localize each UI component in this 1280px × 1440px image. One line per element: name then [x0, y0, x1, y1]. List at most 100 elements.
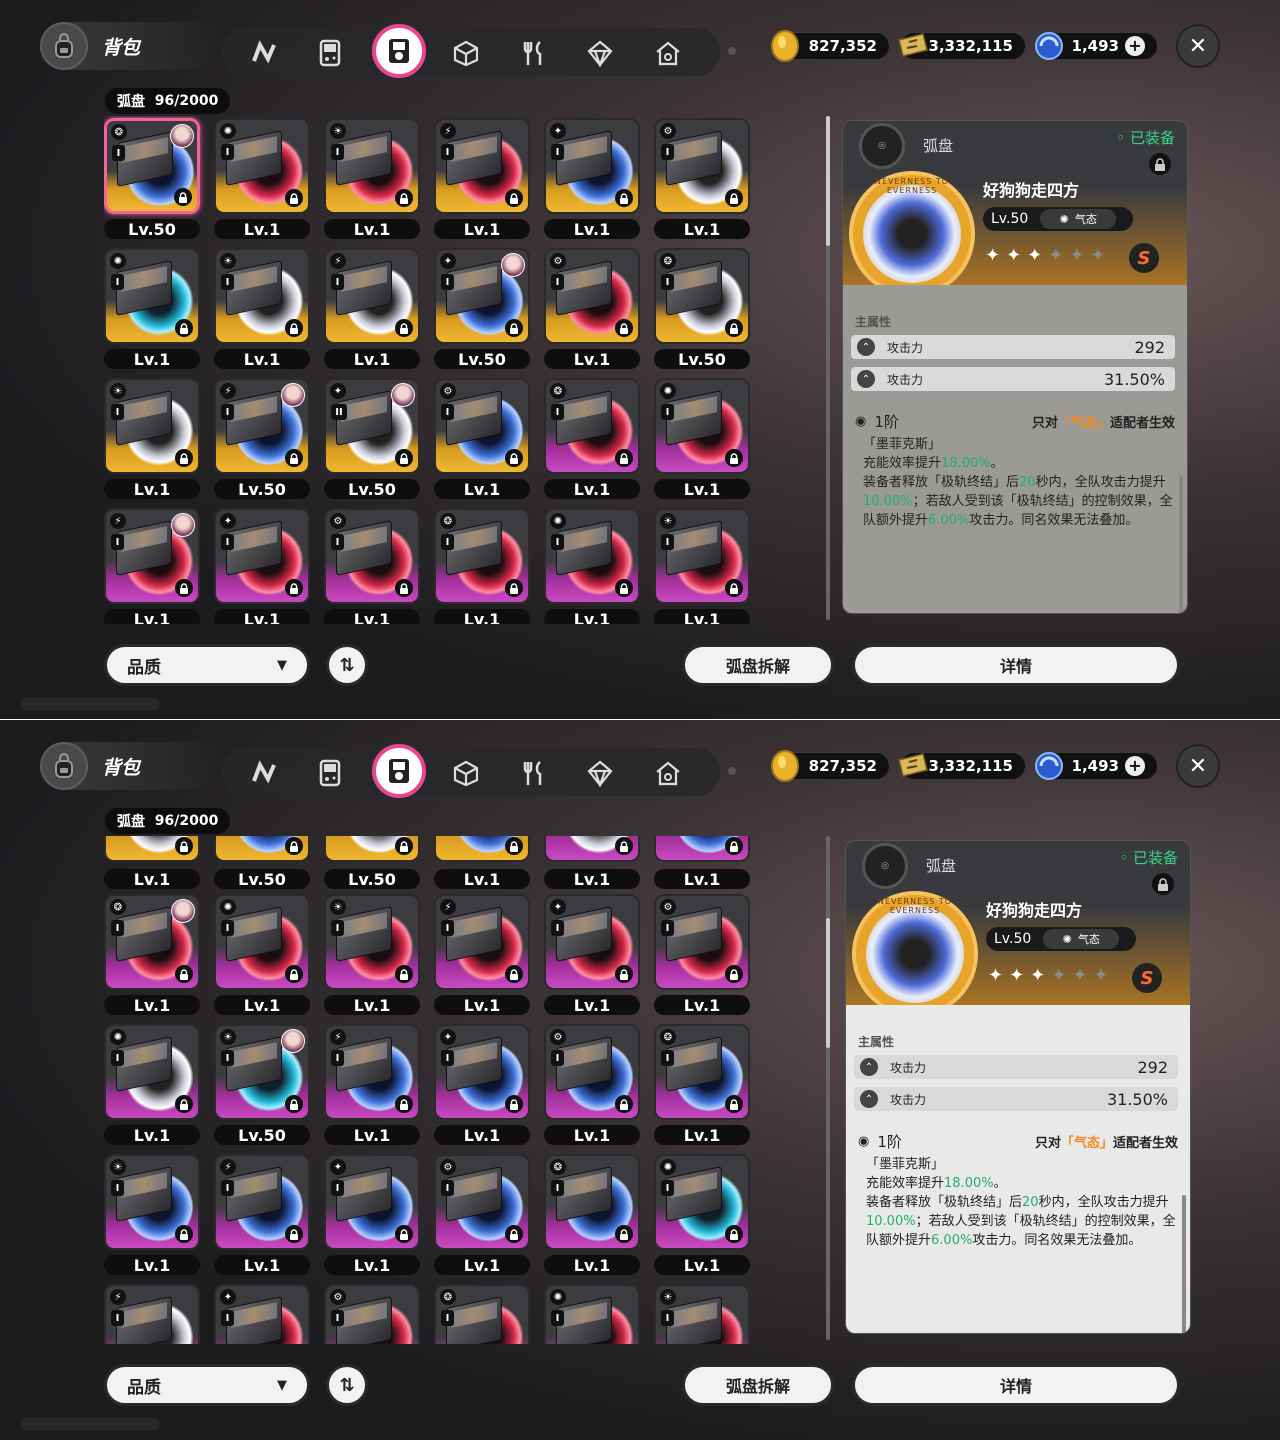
- lock-icon[interactable]: [175, 579, 193, 597]
- lock-icon[interactable]: [395, 837, 413, 855]
- lock-icon[interactable]: [725, 189, 743, 207]
- close-button[interactable]: ✕: [1176, 744, 1220, 788]
- lock-icon[interactable]: [395, 965, 413, 983]
- lock-icon[interactable]: [615, 189, 633, 207]
- dismantle-button[interactable]: 弧盘拆解: [682, 644, 834, 686]
- lock-icon[interactable]: [395, 189, 413, 207]
- details-button[interactable]: 详情: [852, 1364, 1180, 1406]
- disc-card[interactable]: ⚡ I: [324, 248, 420, 344]
- disc-card[interactable]: ⚙ I: [654, 894, 750, 990]
- disc-card[interactable]: ⚙ I: [544, 248, 640, 344]
- disc-card[interactable]: ☀ I: [324, 118, 420, 214]
- lock-icon[interactable]: [615, 837, 633, 855]
- disc-card[interactable]: [324, 836, 420, 862]
- lock-toggle[interactable]: [1152, 873, 1174, 895]
- lock-icon[interactable]: [505, 837, 523, 855]
- grid-scroll-thumb[interactable]: [826, 116, 830, 246]
- lock-icon[interactable]: [285, 319, 303, 337]
- disc-card[interactable]: [654, 836, 750, 862]
- lock-icon[interactable]: [395, 579, 413, 597]
- lock-icon[interactable]: [505, 579, 523, 597]
- lock-icon[interactable]: [285, 965, 303, 983]
- disc-card[interactable]: ⚡ I: [214, 378, 310, 474]
- lock-icon[interactable]: [505, 449, 523, 467]
- fork-knife-icon[interactable]: [514, 753, 554, 793]
- lock-icon[interactable]: [285, 449, 303, 467]
- disc-drive-icon[interactable]: [372, 24, 426, 78]
- disc-card[interactable]: ⚡ I: [434, 894, 530, 990]
- disc-card[interactable]: ✦ I: [544, 118, 640, 214]
- cube-icon[interactable]: [446, 33, 486, 73]
- lock-icon[interactable]: [725, 449, 743, 467]
- lock-icon[interactable]: [175, 319, 193, 337]
- disc-drive-icon[interactable]: [372, 744, 426, 798]
- lock-icon[interactable]: [725, 319, 743, 337]
- disc-card[interactable]: ☀ I: [214, 248, 310, 344]
- disc-card[interactable]: ☀ I: [654, 508, 750, 604]
- lock-icon[interactable]: [175, 965, 193, 983]
- lock-icon[interactable]: [285, 837, 303, 855]
- sort-order-button[interactable]: ⇅: [326, 644, 368, 686]
- lock-icon[interactable]: [505, 965, 523, 983]
- disc-card[interactable]: ❂ I: [104, 894, 200, 990]
- disc-card[interactable]: ⚙ I: [654, 118, 750, 214]
- disc-card[interactable]: ⚙ I: [324, 508, 420, 604]
- disc-card[interactable]: ✦ I: [434, 248, 530, 344]
- grid-scrollbar[interactable]: [826, 116, 830, 620]
- lock-icon[interactable]: [725, 579, 743, 597]
- lock-icon[interactable]: [285, 579, 303, 597]
- dismantle-button[interactable]: 弧盘拆解: [682, 1364, 834, 1406]
- lock-icon[interactable]: [725, 965, 743, 983]
- n-icon[interactable]: [244, 33, 284, 73]
- disc-card[interactable]: ⚡ I: [434, 118, 530, 214]
- disc-card[interactable]: [104, 836, 200, 862]
- cube-icon[interactable]: [446, 753, 486, 793]
- disc-card[interactable]: ✦ I: [544, 894, 640, 990]
- add-currency-button[interactable]: +: [1125, 756, 1145, 776]
- crystal-icon[interactable]: [580, 33, 620, 73]
- disc-card[interactable]: ✺ I: [104, 248, 200, 344]
- disc-card[interactable]: ⚡ I: [104, 508, 200, 604]
- grid-scroll-thumb[interactable]: [826, 918, 830, 1048]
- fork-knife-icon[interactable]: [514, 33, 554, 73]
- disc-card[interactable]: [214, 836, 310, 862]
- house-icon[interactable]: [648, 753, 688, 793]
- quality-filter-dropdown[interactable]: 品质 ▼: [104, 644, 310, 686]
- gameboy-icon[interactable]: [310, 33, 350, 73]
- disc-card[interactable]: ✺ I: [544, 508, 640, 604]
- gameboy-icon[interactable]: [310, 753, 350, 793]
- lock-icon[interactable]: [395, 449, 413, 467]
- lock-icon[interactable]: [615, 319, 633, 337]
- disc-card[interactable]: ⚙ I: [434, 378, 530, 474]
- sort-order-button[interactable]: ⇅: [326, 1364, 368, 1406]
- lock-icon[interactable]: [285, 189, 303, 207]
- close-button[interactable]: ✕: [1176, 24, 1220, 68]
- lock-icon[interactable]: [505, 189, 523, 207]
- disc-card[interactable]: ❂ I: [654, 248, 750, 344]
- disc-card[interactable]: [544, 836, 640, 862]
- lock-toggle[interactable]: [1149, 153, 1171, 175]
- n-icon[interactable]: [244, 753, 284, 793]
- crystal-icon[interactable]: [580, 753, 620, 793]
- lock-icon[interactable]: [615, 965, 633, 983]
- quality-filter-dropdown[interactable]: 品质 ▼: [104, 1364, 310, 1406]
- disc-card[interactable]: ☀ I: [324, 894, 420, 990]
- disc-card[interactable]: ☀ I: [104, 378, 200, 474]
- lock-icon[interactable]: [725, 837, 743, 855]
- disc-card[interactable]: ✺ I: [654, 378, 750, 474]
- disc-card[interactable]: ✦ II: [324, 378, 420, 474]
- disc-card[interactable]: ✺ I: [214, 118, 310, 214]
- disc-card[interactable]: ❂ I: [434, 508, 530, 604]
- lock-icon[interactable]: [615, 579, 633, 597]
- lock-icon[interactable]: [395, 319, 413, 337]
- disc-card[interactable]: ❂ I: [544, 378, 640, 474]
- add-currency-button[interactable]: +: [1125, 36, 1145, 56]
- disc-card[interactable]: ✦ I: [214, 508, 310, 604]
- grid-scrollbar[interactable]: [826, 836, 830, 1340]
- disc-card[interactable]: ✺ I: [214, 894, 310, 990]
- lock-icon[interactable]: [175, 449, 193, 467]
- details-button[interactable]: 详情: [852, 644, 1180, 686]
- lock-icon[interactable]: [174, 188, 192, 206]
- detail-scrollbar[interactable]: [1179, 475, 1183, 613]
- disc-card[interactable]: ❂ I: [104, 118, 200, 214]
